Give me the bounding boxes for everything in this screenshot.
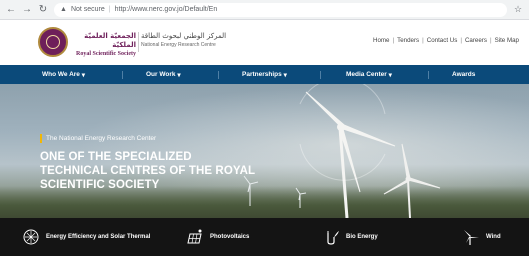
nav-our-work[interactable]: Our Work ▾ [146, 65, 181, 84]
nerc-arabic-name: المركز الوطني لبحوث الطاقة [141, 32, 227, 40]
link-separator: | [489, 37, 492, 44]
link-separator: | [392, 37, 395, 44]
nav-divider [122, 71, 123, 79]
energy-efficiency-icon [22, 228, 40, 246]
site-header: الجمعيّة العلميّة الملكيّة Royal Scienti… [0, 20, 529, 65]
warning-icon[interactable]: ▲ [60, 6, 67, 13]
research-sectors-bar: Energy Efficiency and Solar Thermal Phot… [0, 218, 529, 256]
link-separator: | [460, 37, 462, 44]
hero-banner: The National Energy Research Center ONE … [0, 84, 529, 218]
rss-logo[interactable] [38, 27, 68, 57]
nav-divider [320, 71, 321, 79]
hero-title: ONE OF THE SPECIALIZED TECHNICAL CENTRES… [40, 151, 255, 191]
chevron-down-icon: ▾ [283, 71, 287, 79]
home-link[interactable]: Home [373, 37, 390, 44]
nav-media-center[interactable]: Media Center ▾ [346, 65, 392, 84]
chevron-down-icon: ▾ [388, 71, 392, 79]
right-turbine [383, 143, 441, 218]
sector-label: Energy Efficiency and Solar Thermal [46, 234, 151, 240]
nav-divider [218, 71, 219, 79]
chevron-down-icon: ▾ [177, 71, 181, 79]
wind-icon [462, 228, 480, 246]
address-separator: | [108, 6, 111, 13]
rss-name[interactable]: الجمعيّة العلميّة الملكيّة Royal Scienti… [72, 32, 136, 59]
nav-label: Media Center [346, 71, 387, 78]
site-map-link[interactable]: Site Map [495, 37, 519, 44]
header-divider [138, 32, 139, 52]
nav-label: Awards [452, 71, 476, 78]
browser-toolbar: ← → ↻ ▲ Not secure | http://www.nerc.gov… [0, 0, 529, 20]
nav-divider [428, 71, 429, 79]
nerc-english-name: National Energy Research Centre [141, 42, 216, 48]
sector-energy-efficiency[interactable]: Energy Efficiency and Solar Thermal [22, 227, 150, 247]
forward-arrow-icon[interactable]: → [22, 4, 32, 15]
sector-label: Bio Energy [346, 234, 378, 240]
chevron-down-icon: ▾ [81, 71, 85, 79]
nav-who-we-are[interactable]: Who We Are ▾ [42, 65, 85, 84]
main-navigation: Who We Are ▾ Our Work ▾ Partnerships ▾ M… [0, 65, 529, 84]
nav-label: Who We Are [42, 71, 80, 78]
nav-awards[interactable]: Awards [452, 65, 475, 84]
reload-icon[interactable]: ↻ [38, 4, 48, 15]
sector-photovoltaics[interactable]: Photovoltaics [186, 227, 249, 247]
rss-arabic-name: الجمعيّة العلميّة الملكيّة [84, 32, 136, 49]
bookmark-star-icon[interactable]: ☆ [513, 4, 523, 15]
sector-bio-energy[interactable]: Bio Energy [322, 227, 378, 247]
link-separator: | [422, 37, 424, 44]
hero-subtitle: The National Energy Research Center [40, 134, 156, 143]
large-turbine [305, 91, 396, 218]
url-text[interactable]: http://www.nerc.gov.jo/Default/En [115, 6, 218, 13]
nav-label: Our Work [146, 71, 176, 78]
security-label: Not secure [70, 6, 105, 13]
nav-partnerships[interactable]: Partnerships ▾ [242, 65, 287, 84]
nerc-name[interactable]: المركز الوطني لبحوث الطاقة National Ener… [141, 32, 226, 50]
back-arrow-icon[interactable]: ← [6, 4, 16, 15]
address-bar[interactable]: ▲ Not secure | http://www.nerc.gov.jo/De… [54, 2, 507, 17]
sector-label: Photovoltaics [210, 234, 250, 240]
sector-wind[interactable]: Wind [462, 227, 501, 247]
top-links: Home | Tenders | Contact Us | Careers | Site… [373, 37, 519, 44]
sector-label: Wind [486, 234, 501, 240]
nav-label: Partnerships [242, 71, 282, 78]
tenders-link[interactable]: Tenders [397, 37, 419, 44]
rss-english-name: Royal Scientific Society [76, 51, 136, 57]
contact-us-link[interactable]: Contact Us [427, 37, 458, 44]
photovoltaics-icon [186, 228, 204, 246]
careers-link[interactable]: Careers [465, 37, 487, 44]
bio-energy-icon [322, 228, 340, 246]
